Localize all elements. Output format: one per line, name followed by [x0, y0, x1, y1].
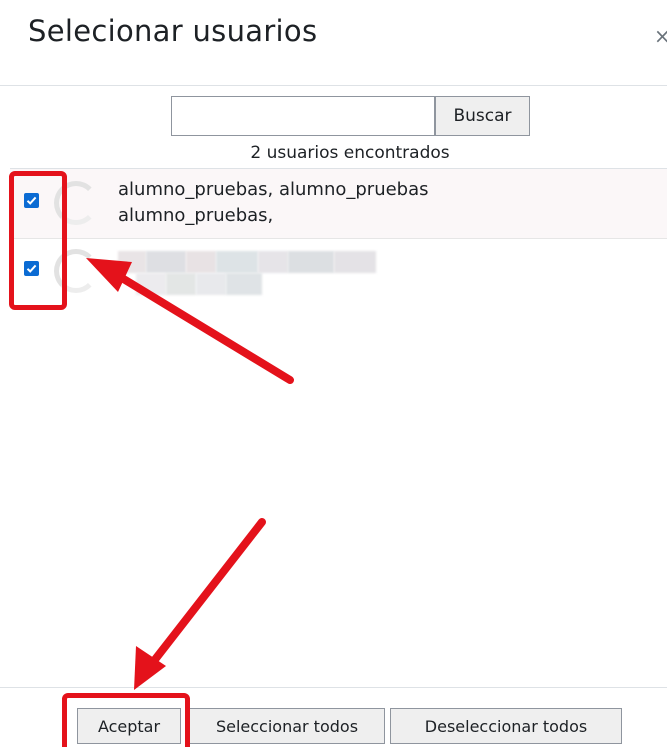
select-all-button[interactable]: Seleccionar todos: [189, 708, 385, 744]
dialog-header: Selecionar usuarios ×: [0, 0, 667, 86]
checkbox-highlight-box: [9, 171, 67, 310]
user-list: alumno_pruebas, alumno_pruebas alumno_pr…: [10, 168, 667, 311]
accept-highlight-box: [62, 693, 190, 747]
dialog-title: Selecionar usuarios: [28, 14, 318, 48]
search-input[interactable]: [171, 96, 435, 136]
search-button[interactable]: Buscar: [435, 96, 530, 136]
select-users-dialog: Selecionar usuarios × Buscar 2 usuarios …: [0, 0, 667, 747]
user-name: alumno_pruebas, alumno_pruebas alumno_pr…: [118, 179, 429, 226]
deselect-all-button[interactable]: Deseleccionar todos: [390, 708, 622, 744]
user-row[interactable]: alumno_pruebas, alumno_pruebas alumno_pr…: [10, 169, 667, 239]
close-icon[interactable]: ×: [654, 24, 667, 48]
results-count: 2 usuarios encontrados: [250, 143, 450, 163]
arrow-to-accept-icon: [134, 518, 266, 690]
redacted-user-name: [118, 251, 376, 301]
user-row[interactable]: [10, 239, 667, 311]
search-bar: Buscar: [171, 96, 530, 136]
